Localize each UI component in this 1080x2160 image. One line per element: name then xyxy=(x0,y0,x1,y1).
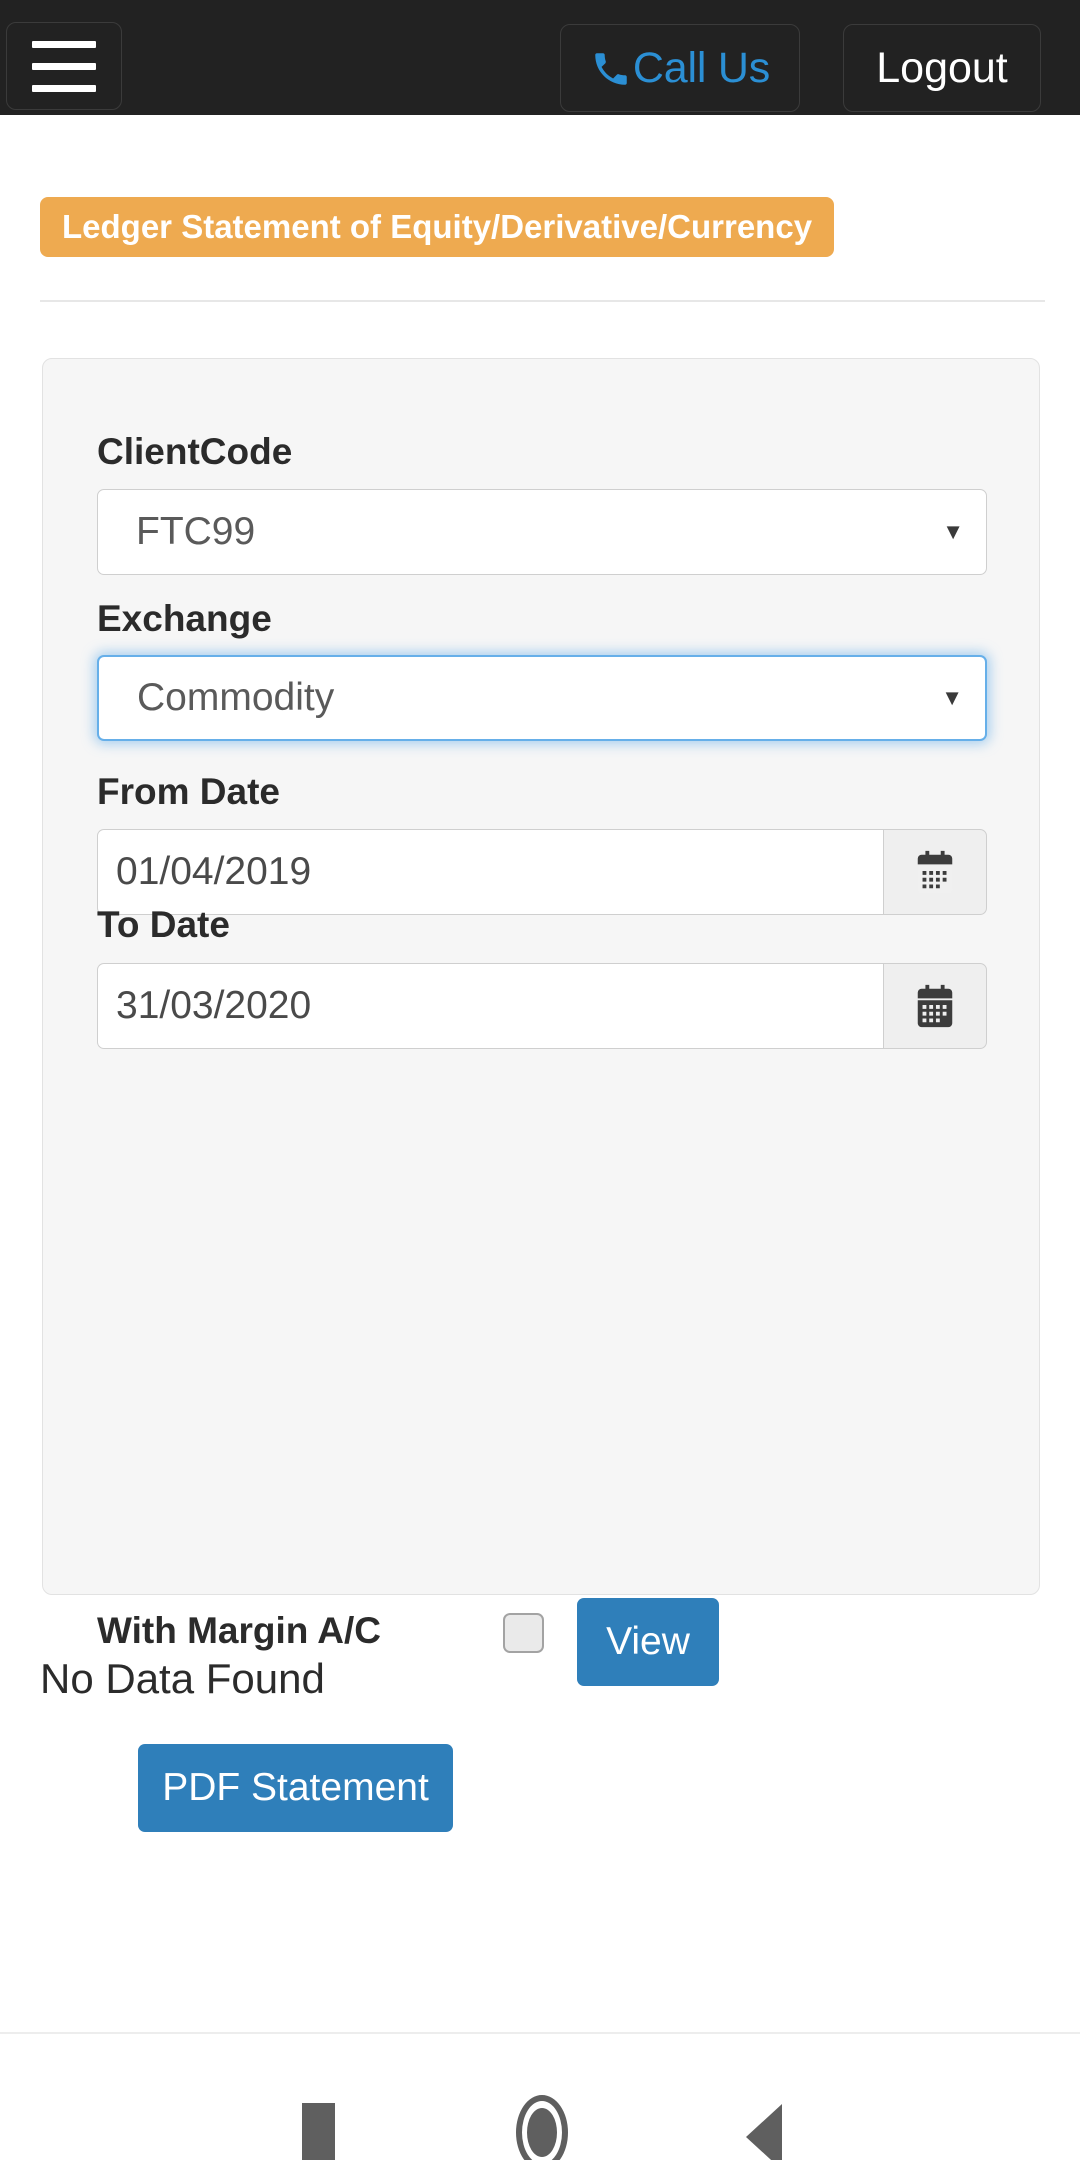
hamburger-menu-icon[interactable] xyxy=(6,22,122,110)
triangle-back-icon[interactable] xyxy=(746,2104,782,2160)
top-app-bar: Call Us Logout xyxy=(0,0,1080,115)
page-title-banner: Ledger Statement of Equity/Derivative/Cu… xyxy=(40,197,835,257)
with-margin-label: With Margin A/C xyxy=(97,1610,381,1651)
client-code-label: ClientCode xyxy=(97,431,293,472)
from-date-calendar-icon[interactable] xyxy=(883,829,987,915)
logout-button[interactable]: Logout xyxy=(843,24,1041,112)
circle-home-icon[interactable] xyxy=(516,2095,568,2160)
square-recents-icon[interactable] xyxy=(302,2103,335,2160)
from-date-input[interactable]: 01/04/2019 xyxy=(97,829,883,915)
to-date-label: To Date xyxy=(97,904,230,945)
from-date-label: From Date xyxy=(97,771,280,812)
phone-icon xyxy=(590,48,632,90)
hamburger-bar-2 xyxy=(32,62,96,70)
exchange-value: Commodity xyxy=(137,676,335,719)
view-button[interactable]: View xyxy=(577,1598,719,1686)
page-title: Ledger Statement of Equity/Derivative/Cu… xyxy=(62,208,813,245)
client-code-value: FTC99 xyxy=(136,510,256,553)
ledger-filter-panel: ClientCode FTC99 ▼ Exchange Commodity ▼ … xyxy=(42,358,1040,1832)
to-date-calendar-icon[interactable] xyxy=(883,963,987,1049)
view-button-label: View xyxy=(606,1620,690,1663)
client-code-select[interactable]: FTC99 ▼ xyxy=(97,489,987,575)
header-divider xyxy=(40,300,1045,302)
exchange-select[interactable]: Commodity ▼ xyxy=(97,655,987,741)
to-date-group: 31/03/2020 xyxy=(97,963,987,1049)
pdf-statement-label: PDF Statement xyxy=(162,1766,429,1809)
to-date-input[interactable]: 31/03/2020 xyxy=(97,963,883,1049)
pdf-statement-button[interactable]: PDF Statement xyxy=(138,1744,453,1832)
android-navigation-bar xyxy=(0,2032,1080,2160)
no-data-message: No Data Found xyxy=(40,1655,325,1702)
chevron-down-icon: ▼ xyxy=(942,519,964,544)
hamburger-bar-1 xyxy=(32,40,96,48)
hamburger-bar-3 xyxy=(32,84,96,92)
app-root: Call Us Logout Ledger Statement of Equit… xyxy=(0,0,1080,2160)
logout-label: Logout xyxy=(876,43,1008,92)
exchange-label: Exchange xyxy=(97,598,272,639)
call-us-button[interactable]: Call Us xyxy=(560,24,800,112)
with-margin-checkbox[interactable] xyxy=(503,1613,544,1653)
call-us-label: Call Us xyxy=(632,43,771,92)
chevron-down-icon: ▼ xyxy=(941,685,963,710)
from-date-group: 01/04/2019 xyxy=(97,829,987,915)
